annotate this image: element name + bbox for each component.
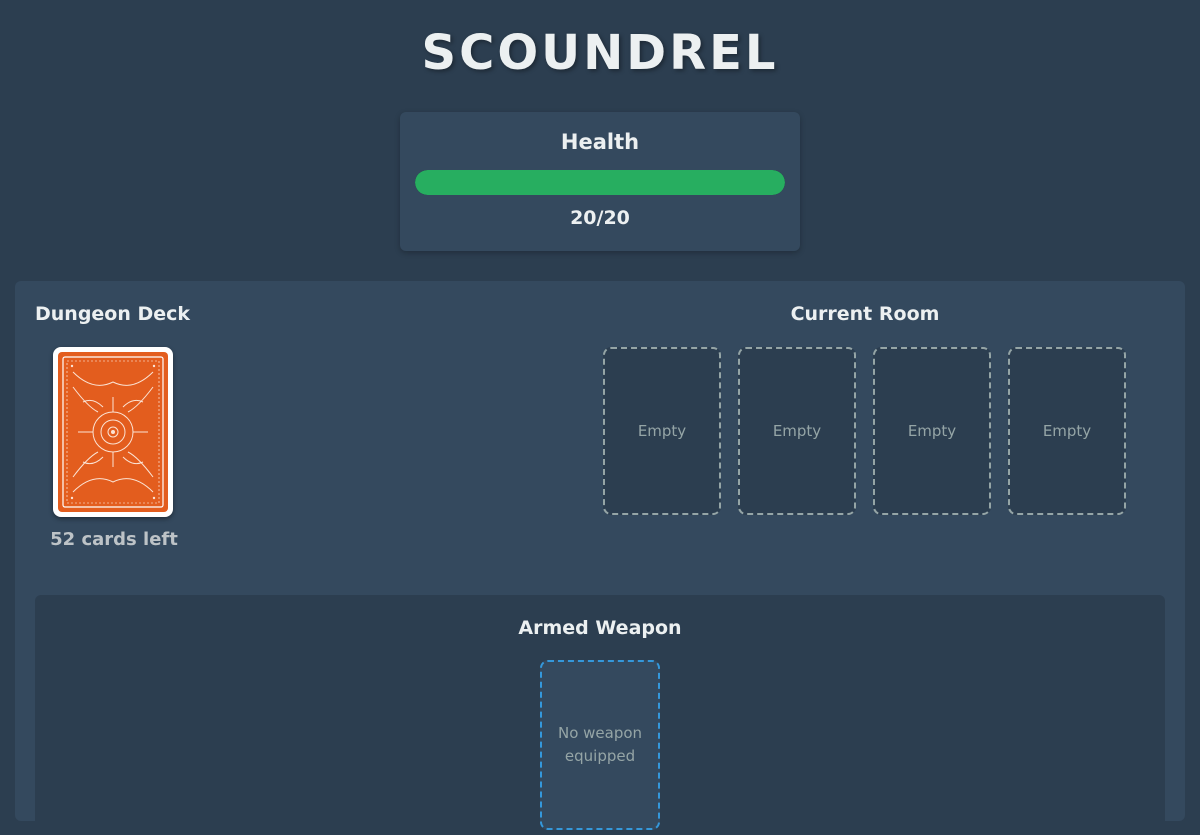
weapon-panel: Armed Weapon No weapon equipped <box>35 595 1165 835</box>
weapon-heading: Armed Weapon <box>518 617 682 639</box>
game-board: Dungeon Deck 52 cards left Current Room … <box>15 281 1185 835</box>
weapon-slot[interactable]: No weapon equipped <box>540 660 660 830</box>
room-slot-2[interactable]: Empty <box>738 347 856 515</box>
deck-count: 52 cards left <box>50 529 178 550</box>
room-heading: Current Room <box>790 303 940 325</box>
health-bar <box>415 170 785 195</box>
health-bar-fill <box>415 170 785 195</box>
health-value: 20/20 <box>570 207 630 229</box>
card-back-pattern-icon <box>58 352 168 512</box>
room-slot-4[interactable]: Empty <box>1008 347 1126 515</box>
room-slot-3[interactable]: Empty <box>873 347 991 515</box>
health-panel: Health 20/20 <box>400 112 800 251</box>
health-label: Health <box>560 130 640 154</box>
deck-heading: Dungeon Deck <box>35 303 191 325</box>
dungeon-deck-card[interactable] <box>53 347 173 517</box>
game-title: SCOUNDREL <box>421 25 779 81</box>
room-slot-1[interactable]: Empty <box>603 347 721 515</box>
